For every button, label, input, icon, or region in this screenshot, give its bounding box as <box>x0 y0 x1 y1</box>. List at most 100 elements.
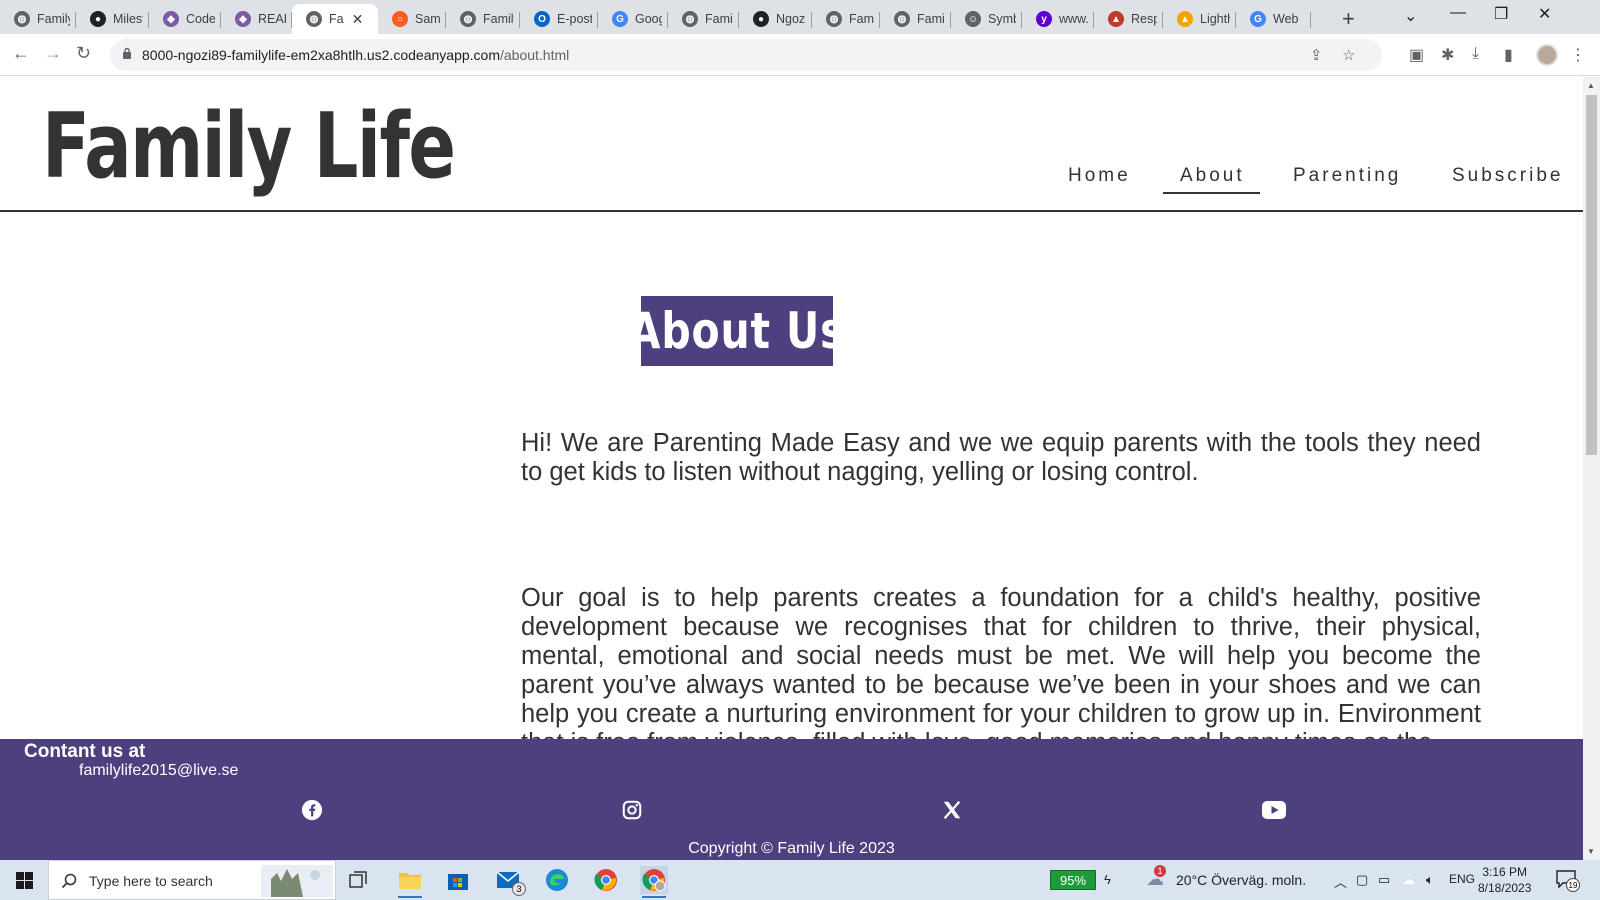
contact-email[interactable]: familylife2015@live.se <box>79 762 238 780</box>
minimize-button[interactable]: — <box>1450 4 1466 22</box>
browser-tab[interactable]: ◍ Family <box>0 4 76 34</box>
browser-tab-title: Milest <box>113 12 143 26</box>
file-explorer-icon[interactable] <box>396 866 424 898</box>
browser-tab[interactable]: ● Milest <box>76 4 149 34</box>
windows-start-icon[interactable] <box>16 872 33 889</box>
edge-browser-icon[interactable] <box>543 866 571 894</box>
copyright-text: Copyright © Family Life 2023 <box>688 840 895 857</box>
browser-tab-title: Codea <box>186 12 215 26</box>
forward-button[interactable]: → <box>44 43 62 64</box>
restore-button[interactable]: ❐ <box>1494 4 1508 24</box>
extensions-puzzle-icon[interactable]: ✱ <box>1441 45 1454 65</box>
browser-tab[interactable]: ◍ Family <box>812 4 880 34</box>
weather-text[interactable]: 20°C Överväg. moln. <box>1176 872 1306 888</box>
scroll-thumb[interactable] <box>1586 95 1597 455</box>
browser-tab[interactable]: G Web <box>1236 4 1311 34</box>
search-icon <box>61 873 77 889</box>
reload-button[interactable]: ↻ <box>76 43 91 64</box>
lock-icon <box>123 47 131 59</box>
lighthouse-icon: ▲ <box>1177 11 1193 27</box>
active-nav-underline <box>1163 192 1260 194</box>
bookmark-star-icon[interactable]: ☆ <box>1342 46 1355 64</box>
browser-tab[interactable]: ◆ READ <box>221 4 292 34</box>
browser-tab[interactable]: O E-post <box>520 4 598 34</box>
browser-tab[interactable]: ◍ Family <box>446 4 520 34</box>
browser-tab-title: Sampl <box>415 12 440 26</box>
browser-tab-title: Symbo <box>988 12 1016 26</box>
new-tab-button[interactable]: + <box>1342 6 1355 32</box>
browser-tab-title: Family <box>483 12 514 26</box>
browser-tab[interactable]: ◍ Fa ✕ <box>292 4 378 34</box>
browser-tab[interactable]: G Googl <box>598 4 668 34</box>
extension-page-icon[interactable]: ▣ <box>1409 45 1424 65</box>
notification-center-icon[interactable]: 19 <box>1556 870 1582 892</box>
onedrive-cloud-icon[interactable]: ☁ <box>1402 872 1415 888</box>
language-indicator[interactable]: ENG <box>1449 872 1475 886</box>
browser-tab-title: Fa <box>329 12 344 26</box>
menu-kebab-icon[interactable]: ⋮ <box>1570 45 1586 65</box>
nav-link-about[interactable]: About <box>1180 165 1245 187</box>
globe-icon: ◍ <box>460 11 476 27</box>
globe-icon: ◍ <box>894 11 910 27</box>
browser-tab[interactable]: ▲ Lighth <box>1163 4 1236 34</box>
browser-tab[interactable]: y www.r <box>1022 4 1094 34</box>
side-panel-icon[interactable]: ▮ <box>1504 45 1513 65</box>
browser-toolbar: ← → ↻ 8000-ngozi89-familylife-em2xa8htlh… <box>0 34 1600 76</box>
chrome-icon[interactable] <box>592 866 620 894</box>
show-hidden-icons-chevron-icon[interactable]: ︿ <box>1334 872 1347 891</box>
back-button[interactable]: ← <box>12 43 30 64</box>
browser-tab[interactable]: ◍ Family <box>668 4 739 34</box>
globe-icon: ◍ <box>826 11 842 27</box>
contact-title: Contant us at <box>24 741 146 762</box>
share-icon[interactable]: ⇪ <box>1310 46 1323 64</box>
address-bar[interactable]: 8000-ngozi89-familylife-em2xa8htlh.us2.c… <box>110 39 1382 71</box>
close-tab-icon[interactable]: ✕ <box>352 11 364 28</box>
browser-tab-title: Ngozi <box>776 12 806 26</box>
browser-tab-title: www.r <box>1059 12 1088 26</box>
chrome-profile-window-icon[interactable] <box>640 866 668 898</box>
browser-tab[interactable]: ☺ Symbo <box>951 4 1022 34</box>
windows-taskbar: Type here to search 3 95% ϟ ☁ 1 20°C Öve… <box>0 860 1600 900</box>
page-scrollbar[interactable]: ▲ ▼ <box>1583 77 1600 860</box>
youtube-icon[interactable] <box>1262 798 1286 822</box>
download-icon[interactable]: ⤓ <box>1472 45 1479 63</box>
browser-tab-title: Web <box>1273 12 1299 26</box>
site-logo[interactable]: Family Life <box>42 91 456 204</box>
profile-avatar[interactable] <box>1536 44 1558 66</box>
facebook-icon[interactable] <box>300 798 324 822</box>
scroll-up-arrow-icon[interactable]: ▲ <box>1587 81 1595 90</box>
taskbar-search-box[interactable]: Type here to search <box>48 860 336 900</box>
tab-separator <box>1310 12 1311 28</box>
globe-icon: ◍ <box>14 11 30 27</box>
close-window-button[interactable]: ✕ <box>1538 4 1551 24</box>
browser-tab[interactable]: ○ Sampl <box>378 4 446 34</box>
volume-icon[interactable]: 🔈︎ <box>1426 872 1434 888</box>
intro-paragraph: Hi! We are Parenting Made Easy and we we… <box>521 429 1481 486</box>
battery-tray-icon[interactable]: ▭ <box>1378 872 1390 888</box>
task-view-icon[interactable] <box>345 866 373 894</box>
google-icon: G <box>1250 11 1266 27</box>
browser-tab-strip: + ⌄ — ❐ ✕ ◍ Family ● Milest ◆ Codea ◆ READ ◍ Fa ✕ ○… <box>0 0 1600 34</box>
nav-link-parenting[interactable]: Parenting <box>1293 165 1401 187</box>
browser-tab[interactable]: ● Ngozi <box>739 4 812 34</box>
translate-icon: G <box>612 11 628 27</box>
taskbar-search-placeholder: Type here to search <box>89 873 213 889</box>
instagram-icon[interactable] <box>620 798 644 822</box>
system-clock[interactable]: 3:16 PM 8/18/2023 <box>1478 864 1531 896</box>
browser-tab[interactable]: ◆ Codea <box>149 4 221 34</box>
browser-tab[interactable]: ◍ Family <box>880 4 951 34</box>
browser-tab-title: Family <box>705 12 733 26</box>
nav-link-subscribe[interactable]: Subscribe <box>1452 165 1564 187</box>
notification-count-badge: 19 <box>1566 878 1580 892</box>
microsoft-store-icon[interactable] <box>444 866 472 894</box>
browser-tab[interactable]: ▲ Respo <box>1094 4 1163 34</box>
battery-indicator[interactable]: 95% <box>1050 870 1096 890</box>
scroll-down-arrow-icon[interactable]: ▼ <box>1587 847 1595 856</box>
nav-link-home[interactable]: Home <box>1068 165 1131 187</box>
tab-search-icon[interactable]: ⌄ <box>1404 6 1417 26</box>
x-twitter-icon[interactable] <box>940 798 964 822</box>
mail-icon[interactable]: 3 <box>494 866 526 896</box>
meet-now-icon[interactable]: ▢ <box>1356 872 1368 888</box>
clock-time: 3:16 PM <box>1482 865 1528 879</box>
browser-tab-title: Family <box>917 12 945 26</box>
